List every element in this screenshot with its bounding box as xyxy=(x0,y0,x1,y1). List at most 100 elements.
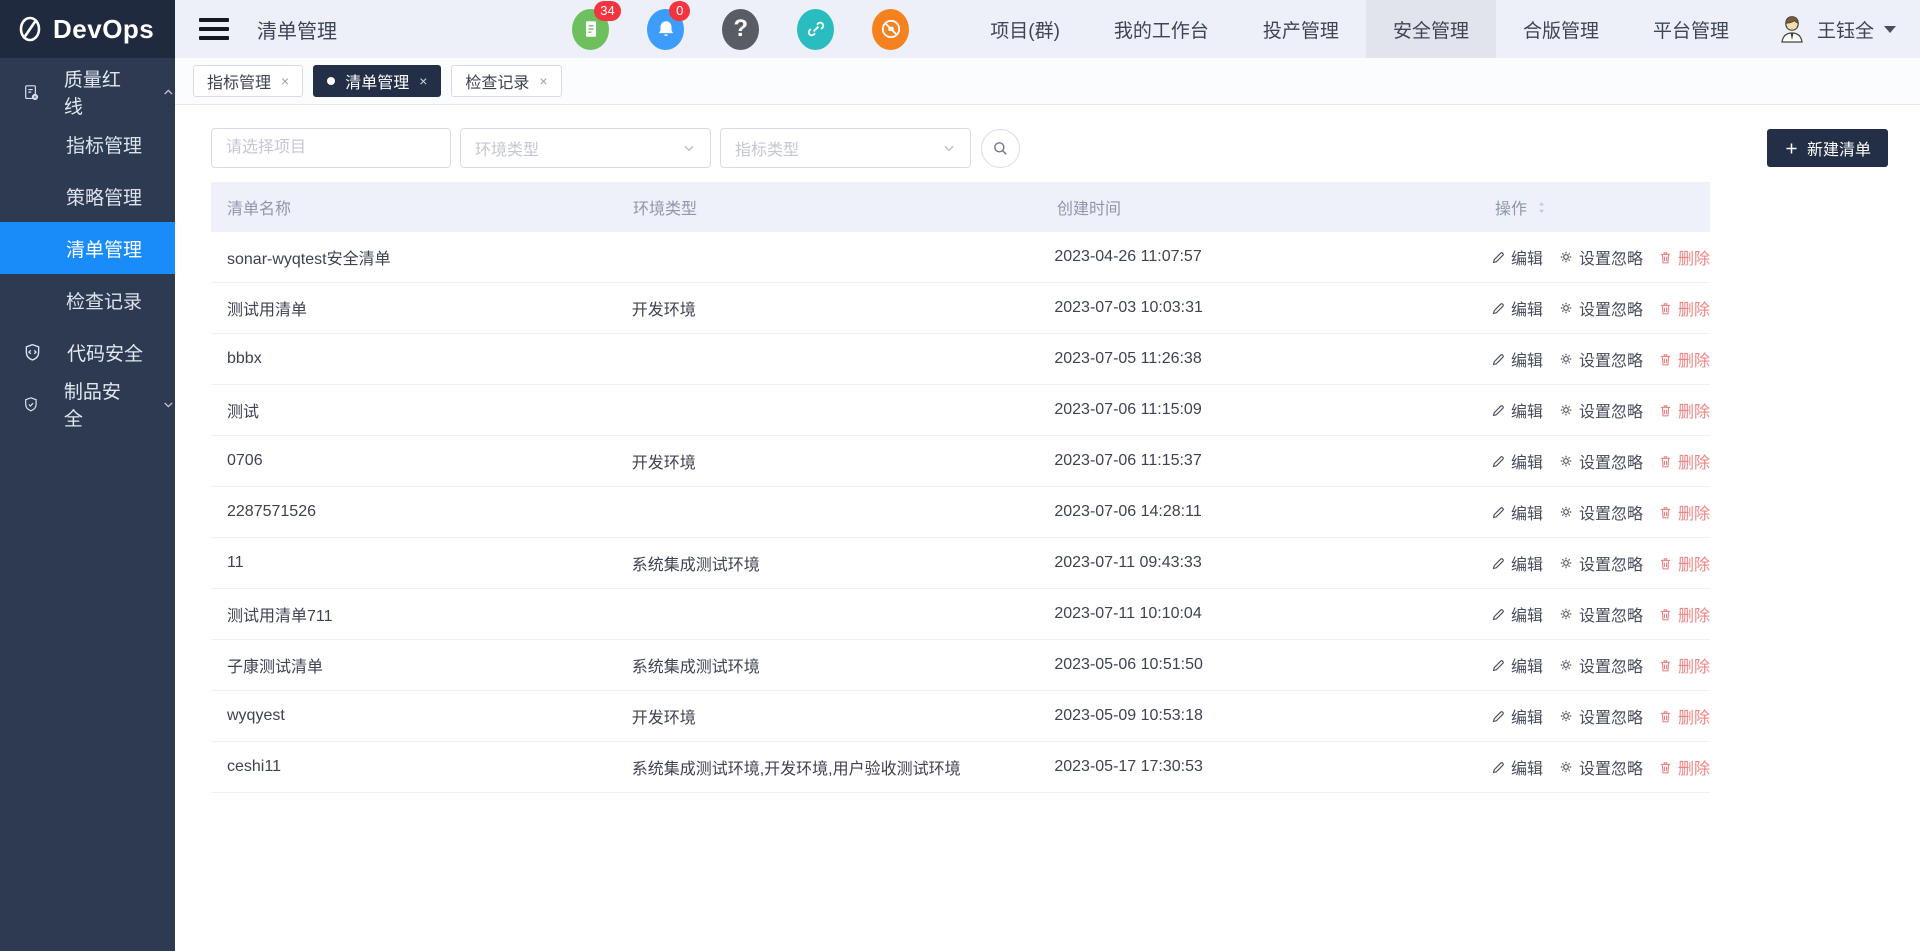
edit-button[interactable]: 编辑 xyxy=(1491,602,1543,626)
edit-button[interactable]: 编辑 xyxy=(1491,347,1543,371)
set-ignore-button[interactable]: 设置忽略 xyxy=(1558,296,1643,320)
table-row: 测试用清单711 2023-07-11 10:10:04 编辑 设置忽略 删除 xyxy=(211,589,1710,640)
camera-off-icon xyxy=(879,17,903,41)
column-header-created: 创建时间 xyxy=(1057,195,1495,219)
sidebar-item-policy-mgmt[interactable]: 策略管理 xyxy=(0,170,175,222)
app-window: DevOps 质量红线 指标管理 策略管理 清单管理 xyxy=(0,0,1920,951)
edit-button[interactable]: 编辑 xyxy=(1491,653,1543,677)
shield-check-icon xyxy=(22,394,40,415)
new-list-button[interactable]: 新建清单 xyxy=(1767,129,1888,167)
menu-toggle-icon[interactable] xyxy=(199,18,229,40)
delete-button[interactable]: 删除 xyxy=(1658,296,1710,320)
tasks-document-icon[interactable]: 34 xyxy=(572,9,609,50)
close-icon[interactable]: × xyxy=(419,73,427,89)
no-capture-icon[interactable] xyxy=(872,9,909,50)
search-button[interactable] xyxy=(981,129,1020,168)
env-type-cell: 系统集成测试环境 xyxy=(632,551,1055,575)
trash-icon xyxy=(1658,760,1673,775)
edit-button[interactable]: 编辑 xyxy=(1491,755,1543,779)
table-header: 清单名称 环境类型 创建时间 操作 xyxy=(211,182,1710,232)
list-name-cell: wyqyest xyxy=(211,707,632,725)
trash-icon xyxy=(1658,454,1673,469)
close-icon[interactable]: × xyxy=(539,73,547,89)
pencil-icon xyxy=(1491,760,1506,775)
link-icon[interactable] xyxy=(797,9,834,50)
env-type-cell: 开发环境 xyxy=(632,296,1055,320)
notification-icons: 34 0 ? xyxy=(572,9,909,50)
sort-arrows-icon[interactable] xyxy=(1533,199,1550,216)
nav-item-platform-mgmt[interactable]: 平台管理 xyxy=(1626,0,1756,58)
table-row: bbbx 2023-07-05 11:26:38 编辑 设置忽略 删除 xyxy=(211,334,1710,385)
edit-button[interactable]: 编辑 xyxy=(1491,704,1543,728)
nav-item-production-mgmt[interactable]: 投产管理 xyxy=(1236,0,1366,58)
delete-button[interactable]: 删除 xyxy=(1658,755,1710,779)
tab-label: 指标管理 xyxy=(207,69,271,93)
edit-button[interactable]: 编辑 xyxy=(1491,296,1543,320)
set-ignore-button[interactable]: 设置忽略 xyxy=(1558,755,1643,779)
list-name-cell: 测试 xyxy=(211,398,632,422)
delete-button[interactable]: 删除 xyxy=(1658,347,1710,371)
logo[interactable]: DevOps xyxy=(0,0,175,58)
trash-icon xyxy=(1658,403,1673,418)
active-dot-icon xyxy=(327,77,335,85)
gear-icon xyxy=(1558,402,1574,418)
nav-item-projects[interactable]: 项目(群) xyxy=(963,0,1087,58)
user-menu[interactable]: 王钰全 xyxy=(1774,11,1896,47)
created-time-cell: 2023-05-17 17:30:53 xyxy=(1054,758,1491,776)
env-type-select[interactable]: 环境类型 xyxy=(460,128,711,168)
list-name-cell: ceshi11 xyxy=(211,758,632,776)
gear-icon xyxy=(1558,606,1574,622)
set-ignore-button[interactable]: 设置忽略 xyxy=(1558,551,1643,575)
project-select-input[interactable] xyxy=(211,128,451,168)
set-ignore-button[interactable]: 设置忽略 xyxy=(1558,704,1643,728)
tab-label: 清单管理 xyxy=(345,69,409,93)
set-ignore-button[interactable]: 设置忽略 xyxy=(1558,449,1643,473)
close-icon[interactable]: × xyxy=(281,73,289,89)
sidebar-item-artifact-security[interactable]: 制品安全 xyxy=(0,378,175,430)
delete-button[interactable]: 删除 xyxy=(1658,398,1710,422)
edit-button[interactable]: 编辑 xyxy=(1491,449,1543,473)
set-ignore-button[interactable]: 设置忽略 xyxy=(1558,500,1643,524)
sidebar-item-check-records[interactable]: 检查记录 xyxy=(0,274,175,326)
nav-item-version-mgmt[interactable]: 合版管理 xyxy=(1496,0,1626,58)
gear-icon xyxy=(1558,708,1574,724)
document-icon xyxy=(580,18,602,40)
avatar xyxy=(1774,11,1810,47)
delete-button[interactable]: 删除 xyxy=(1658,704,1710,728)
table-row: 11 系统集成测试环境 2023-07-11 09:43:33 编辑 设置忽略 … xyxy=(211,538,1710,589)
top-bar: 清单管理 34 0 ? xyxy=(175,0,1920,58)
delete-button[interactable]: 删除 xyxy=(1658,500,1710,524)
set-ignore-button[interactable]: 设置忽略 xyxy=(1558,653,1643,677)
edit-button[interactable]: 编辑 xyxy=(1491,551,1543,575)
list-name-cell: 0706 xyxy=(211,452,632,470)
metric-type-select[interactable]: 指标类型 xyxy=(720,128,971,168)
edit-button[interactable]: 编辑 xyxy=(1491,398,1543,422)
delete-button[interactable]: 删除 xyxy=(1658,551,1710,575)
set-ignore-button[interactable]: 设置忽略 xyxy=(1558,602,1643,626)
sidebar-item-code-security[interactable]: 代码安全 xyxy=(0,326,175,378)
sidebar-item-label: 指标管理 xyxy=(66,131,142,158)
table-body: sonar-wyqtest安全清单 2023-04-26 11:07:57 编辑… xyxy=(211,232,1710,793)
tab-metric-mgmt[interactable]: 指标管理 × xyxy=(193,65,303,97)
sidebar-item-quality-redline[interactable]: 质量红线 xyxy=(0,66,175,118)
set-ignore-button[interactable]: 设置忽略 xyxy=(1558,245,1643,269)
help-icon[interactable]: ? xyxy=(722,9,759,50)
delete-button[interactable]: 删除 xyxy=(1658,245,1710,269)
notifications-bell-icon[interactable]: 0 xyxy=(647,9,684,50)
edit-button[interactable]: 编辑 xyxy=(1491,245,1543,269)
nav-item-security-mgmt[interactable]: 安全管理 xyxy=(1366,0,1496,58)
delete-button[interactable]: 删除 xyxy=(1658,449,1710,473)
delete-button[interactable]: 删除 xyxy=(1658,602,1710,626)
tab-list-mgmt[interactable]: 清单管理 × xyxy=(313,65,441,97)
column-header-actions[interactable]: 操作 xyxy=(1495,195,1710,219)
edit-button[interactable]: 编辑 xyxy=(1491,500,1543,524)
sidebar-item-metric-mgmt[interactable]: 指标管理 xyxy=(0,118,175,170)
set-ignore-button[interactable]: 设置忽略 xyxy=(1558,398,1643,422)
top-navigation: 项目(群) 我的工作台 投产管理 安全管理 合版管理 平台管理 xyxy=(963,0,1756,58)
env-type-cell: 系统集成测试环境,开发环境,用户验收测试环境 xyxy=(632,755,1055,779)
tab-check-records[interactable]: 检查记录 × xyxy=(451,65,561,97)
nav-item-workbench[interactable]: 我的工作台 xyxy=(1087,0,1236,58)
sidebar-item-list-mgmt[interactable]: 清单管理 xyxy=(0,222,175,274)
set-ignore-button[interactable]: 设置忽略 xyxy=(1558,347,1643,371)
delete-button[interactable]: 删除 xyxy=(1658,653,1710,677)
